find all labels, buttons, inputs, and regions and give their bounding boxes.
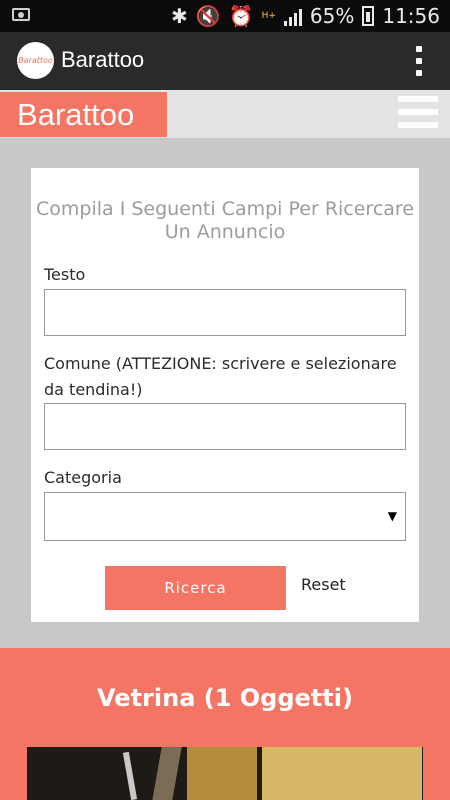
status-icons: ✱ 🔇 ⏰ H+ 65% 11:56 bbox=[171, 0, 440, 32]
categoria-label: Categoria bbox=[44, 468, 122, 487]
alarm-icon: ⏰ bbox=[228, 4, 254, 28]
hamburger-menu-icon[interactable] bbox=[398, 96, 438, 128]
search-form: Compila I Seguenti Campi Per Ricercare U… bbox=[31, 168, 419, 622]
battery-icon bbox=[362, 6, 375, 26]
dropdown-arrow-icon: ▼ bbox=[387, 509, 397, 523]
bluetooth-icon: ✱ bbox=[171, 4, 188, 28]
comune-label: Comune (ATTEZIONE: scrivere e selezionar… bbox=[44, 354, 397, 399]
signal-icon bbox=[283, 6, 302, 26]
reset-link[interactable]: Reset bbox=[301, 575, 346, 594]
screenshot-icon bbox=[12, 8, 30, 21]
mute-icon: 🔇 bbox=[195, 4, 221, 28]
search-button[interactable]: Ricerca bbox=[105, 566, 286, 610]
product-image[interactable] bbox=[27, 747, 423, 800]
vetrina-title: Vetrina (1 Oggetti) bbox=[97, 684, 353, 712]
status-bar: ✱ 🔇 ⏰ H+ 65% 11:56 bbox=[0, 0, 450, 32]
comune-input[interactable] bbox=[44, 403, 406, 450]
site-header: Barattoo bbox=[0, 90, 450, 138]
network-type: H+ bbox=[261, 11, 276, 21]
app-logo: Barattoo bbox=[17, 42, 54, 79]
battery-percent: 65% bbox=[309, 4, 355, 28]
clock: 11:56 bbox=[382, 4, 440, 28]
overflow-menu-icon[interactable] bbox=[416, 46, 422, 76]
app-bar: Barattoo Barattoo bbox=[0, 32, 450, 90]
app-title: Barattoo bbox=[61, 47, 145, 72]
categoria-select[interactable]: ▼ bbox=[44, 492, 406, 541]
form-heading: Compila I Seguenti Campi Per Ricercare U… bbox=[36, 198, 414, 243]
testo-input[interactable] bbox=[44, 289, 406, 336]
testo-label: Testo bbox=[44, 265, 86, 284]
vetrina-section: Vetrina (1 Oggetti) bbox=[0, 648, 450, 800]
site-brand[interactable]: Barattoo bbox=[0, 92, 167, 137]
